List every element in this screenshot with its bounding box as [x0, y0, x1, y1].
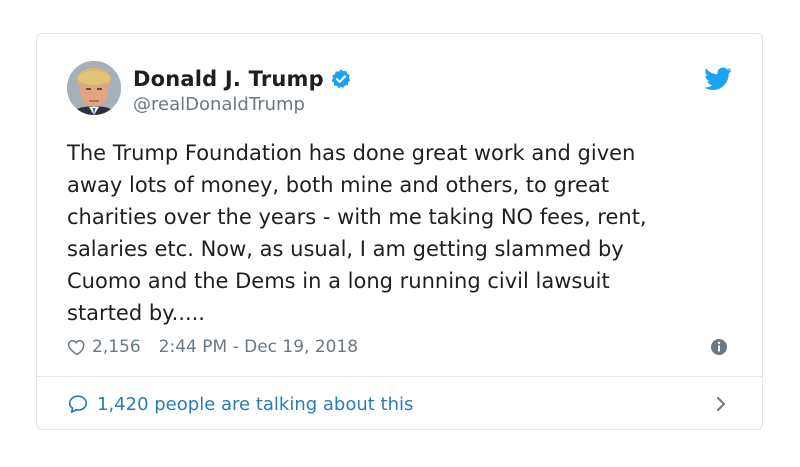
tweet-meta: 2,156 2:44 PM - Dec 19, 2018 — [67, 334, 732, 360]
heart-icon[interactable] — [67, 337, 87, 357]
name-row: Donald J. Trump — [133, 65, 352, 93]
divider — [37, 376, 762, 377]
tweet-timestamp[interactable]: 2:44 PM - Dec 19, 2018 — [159, 337, 358, 357]
user-handle[interactable]: @realDonaldTrump — [133, 94, 305, 115]
tweet-text: The Trump Foundation has done great work… — [67, 141, 647, 325]
display-name[interactable]: Donald J. Trump — [133, 67, 324, 91]
verified-badge-icon — [330, 68, 352, 90]
twitter-bird-icon[interactable] — [704, 67, 732, 91]
info-icon[interactable] — [710, 338, 728, 356]
avatar[interactable] — [67, 61, 121, 115]
like-count[interactable]: 2,156 — [92, 337, 141, 357]
tweet-card: Donald J. Trump @realDonaldTrump The Tru… — [36, 33, 763, 430]
conversation-link[interactable]: 1,420 people are talking about this — [67, 389, 732, 419]
tweet-header: Donald J. Trump @realDonaldTrump — [67, 61, 732, 117]
chevron-right-icon — [714, 395, 728, 413]
conversation-link-label: 1,420 people are talking about this — [97, 393, 414, 415]
avatar-image — [67, 61, 121, 115]
speech-bubble-icon — [67, 393, 89, 415]
